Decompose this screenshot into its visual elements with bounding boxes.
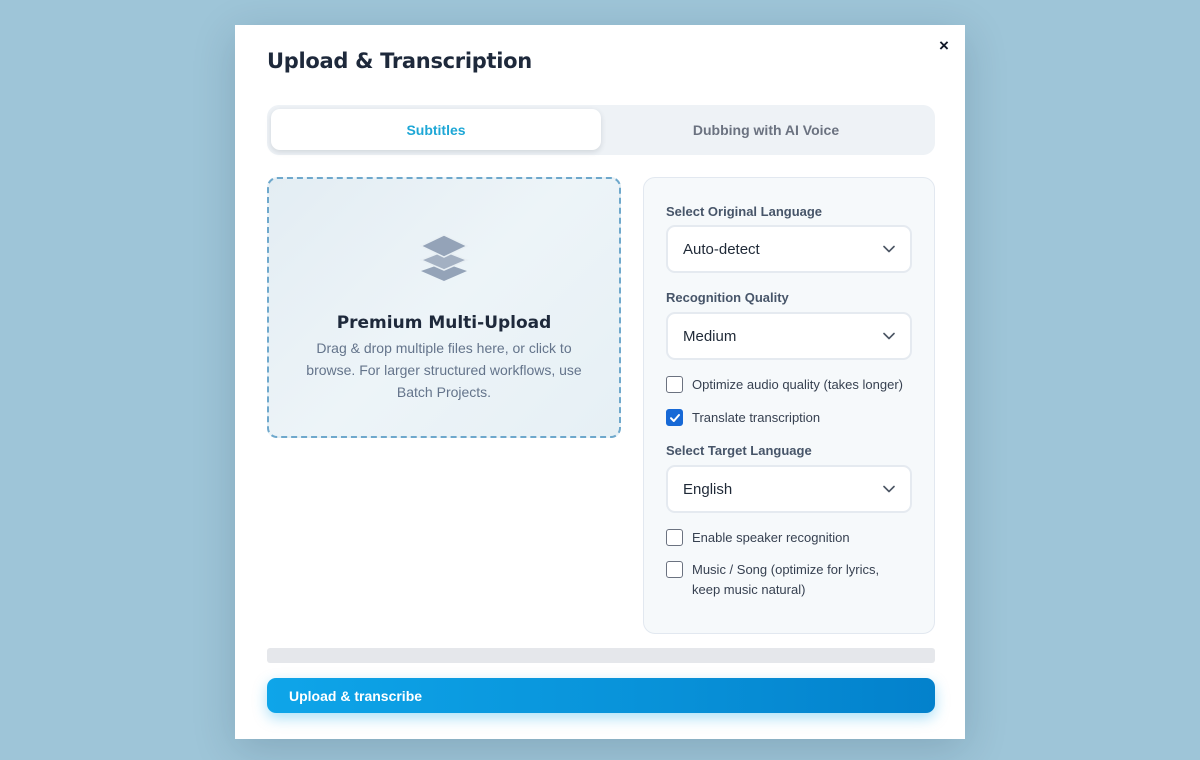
optimize-audio-checkbox[interactable]: [666, 376, 683, 393]
speaker-recognition-checkbox[interactable]: [666, 529, 683, 546]
translate-checkbox[interactable]: [666, 409, 683, 426]
optimize-audio-label: Optimize audio quality (takes longer): [692, 377, 903, 392]
recognition-quality-label: Recognition Quality: [666, 290, 789, 305]
chevron-down-icon: [883, 245, 895, 253]
layers-icon: [419, 234, 469, 281]
settings-panel: Select Original Language Auto-detect Rec…: [643, 177, 935, 634]
optimize-audio-option[interactable]: Optimize audio quality (takes longer): [666, 376, 926, 395]
tab-dubbing-ai-voice[interactable]: Dubbing with AI Voice: [601, 109, 931, 150]
recognition-quality-select[interactable]: Medium: [666, 312, 912, 360]
original-language-select[interactable]: Auto-detect: [666, 225, 912, 273]
mode-tabs: Subtitles Dubbing with AI Voice: [267, 105, 935, 155]
speaker-recognition-option[interactable]: Enable speaker recognition: [666, 529, 926, 548]
music-song-option[interactable]: Music / Song (optimize for lyrics, keep …: [666, 561, 898, 600]
tab-subtitles[interactable]: Subtitles: [271, 109, 601, 150]
music-song-checkbox[interactable]: [666, 561, 683, 578]
target-language-select[interactable]: English: [666, 465, 912, 513]
checkmark-icon: [669, 413, 680, 422]
dialog-title: Upload & Transcription: [267, 49, 532, 73]
dropzone-description: Drag & drop multiple files here, or clic…: [306, 340, 582, 400]
close-button[interactable]: ×: [935, 36, 953, 55]
target-language-label: Select Target Language: [666, 443, 812, 458]
original-language-value: Auto-detect: [683, 241, 760, 258]
chevron-down-icon: [883, 485, 895, 493]
upload-progress-bar: [267, 648, 935, 663]
close-icon: ×: [939, 36, 949, 55]
upload-transcribe-button[interactable]: Upload & transcribe: [267, 678, 935, 713]
file-dropzone[interactable]: Premium Multi-Upload Drag & drop multipl…: [267, 177, 621, 438]
recognition-quality-value: Medium: [683, 328, 737, 345]
upload-transcription-dialog: Upload & Transcription × Subtitles Dubbi…: [235, 25, 965, 739]
original-language-label: Select Original Language: [666, 204, 823, 219]
dropzone-title: Premium Multi-Upload: [336, 313, 552, 333]
target-language-value: English: [683, 481, 733, 498]
chevron-down-icon: [883, 332, 895, 340]
translate-option[interactable]: Translate transcription: [666, 409, 926, 428]
music-song-label: Music / Song (optimize for lyrics, keep …: [692, 562, 880, 597]
translate-label: Translate transcription: [692, 410, 821, 425]
upload-transcribe-label: Upload & transcribe: [289, 688, 423, 704]
speaker-recognition-label: Enable speaker recognition: [692, 530, 850, 545]
